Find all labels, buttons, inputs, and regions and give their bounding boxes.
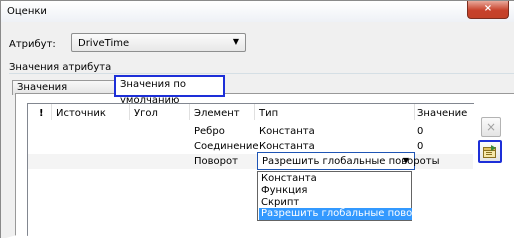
- group-divider: [9, 73, 514, 74]
- attribute-label: Атрибут:: [9, 39, 56, 50]
- grid-header-type[interactable]: Тип: [259, 108, 278, 119]
- grid-row-junction-element: Соединение: [194, 141, 259, 152]
- column-separator: [254, 104, 255, 120]
- evaluators-dialog: Оценки × Атрибут: DriveTime ▼ Значения а…: [0, 0, 514, 238]
- dropdown-option-global-turns[interactable]: Разрешить глобальные повороты: [259, 208, 439, 220]
- grid-row-edge-value[interactable]: 0: [417, 126, 423, 137]
- grid-row-edge-element: Ребро: [194, 126, 225, 137]
- grid-header-value[interactable]: Значение: [417, 108, 467, 119]
- grid-row-junction-value[interactable]: 0: [417, 141, 423, 152]
- grid-header-angle[interactable]: Угол: [134, 108, 158, 119]
- grid-header-source[interactable]: Источник: [56, 108, 106, 119]
- column-separator: [129, 104, 130, 120]
- column-separator: [189, 104, 190, 120]
- properties-icon: [483, 145, 496, 158]
- type-dropdown[interactable]: Разрешить глобальные повороты ▼: [257, 152, 440, 170]
- grid-row-turn-element: Поворот: [194, 156, 238, 167]
- tab-default-values[interactable]: Значения по умолчанию: [114, 75, 225, 106]
- chevron-down-icon: ▼: [232, 37, 239, 46]
- column-separator: [414, 104, 415, 120]
- x-icon: ×: [485, 120, 497, 134]
- properties-button[interactable]: [478, 140, 502, 163]
- type-dropdown-value: Разрешить глобальные повороты: [262, 156, 440, 167]
- grid-row-edge-type[interactable]: Константа: [259, 126, 315, 137]
- column-separator: [51, 104, 52, 120]
- chevron-down-icon: ▼: [402, 156, 409, 165]
- title-bar: Оценки ×: [1, 1, 514, 22]
- type-dropdown-list: Константа Функция Скрипт Разрешить глоба…: [257, 171, 439, 221]
- window-title: Оценки: [7, 6, 47, 17]
- dropdown-option-constant[interactable]: Константа: [259, 173, 412, 185]
- delete-button[interactable]: ×: [481, 117, 501, 137]
- attribute-select[interactable]: DriveTime ▼: [71, 33, 246, 52]
- torn-edge-right: [514, 0, 529, 251]
- grid-header-element[interactable]: Элемент: [194, 108, 240, 119]
- grid-header-warning[interactable]: !: [39, 108, 44, 119]
- close-button[interactable]: ×: [467, 1, 509, 19]
- dropdown-option-function[interactable]: Функция: [259, 185, 412, 197]
- attribute-select-value: DriveTime: [78, 38, 130, 49]
- grid-row-junction-type[interactable]: Константа: [259, 141, 315, 152]
- attribute-values-group-title: Значения атрибута: [9, 62, 112, 73]
